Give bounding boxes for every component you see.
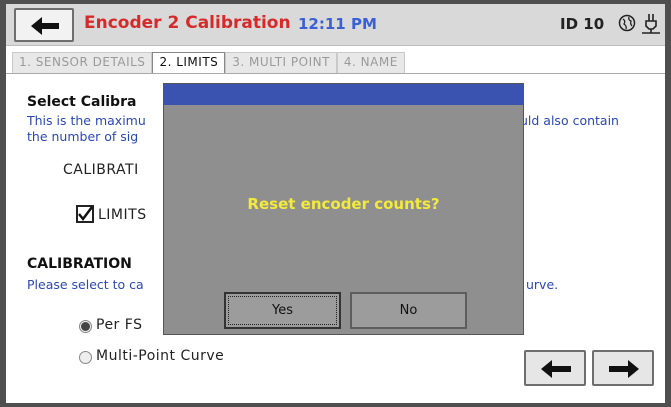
reset-dialog: Reset encoder counts? Yes No xyxy=(163,83,524,335)
clock: 12:11 PM xyxy=(298,15,377,33)
back-arrow-icon xyxy=(31,17,59,35)
screen: Encoder 2 Calibration 12:11 PM ID 10 1. … xyxy=(6,4,665,403)
radio-multi-point-label: Multi-Point Curve xyxy=(96,348,225,364)
calibration-label: CALIBRATI xyxy=(63,162,139,178)
next-button[interactable] xyxy=(592,350,654,386)
device-bezel: Encoder 2 Calibration 12:11 PM ID 10 1. … xyxy=(0,0,671,407)
device-id: ID 10 xyxy=(560,15,605,33)
yes-button[interactable]: Yes xyxy=(224,292,341,329)
tab-sensor-details[interactable]: 1. SENSOR DETAILS xyxy=(12,52,153,74)
select-calibration-title: Select Calibra xyxy=(27,94,137,110)
select-desc-line1-left: This is the maximu xyxy=(27,113,146,128)
page-title: Encoder 2 Calibration xyxy=(84,13,291,33)
plug-icon xyxy=(642,14,660,34)
left-arrow-icon xyxy=(541,360,571,378)
dialog-title-bar xyxy=(164,84,523,105)
checkmark-icon xyxy=(78,206,93,222)
limits-checkbox[interactable] xyxy=(76,205,94,223)
title-bar: Encoder 2 Calibration 12:11 PM ID 10 xyxy=(6,4,665,46)
dialog-message: Reset encoder counts? xyxy=(247,195,440,213)
calibration-desc-right: urve. xyxy=(526,277,559,292)
radio-per-fs-label: Per FS xyxy=(96,317,143,333)
no-button[interactable]: No xyxy=(350,292,467,329)
select-desc-line2: the number of sig xyxy=(27,129,139,144)
back-button[interactable] xyxy=(14,8,74,42)
right-arrow-icon xyxy=(609,360,639,378)
tab-limits[interactable]: 2. LIMITS xyxy=(152,52,226,74)
tab-bar: 1. SENSOR DETAILS 2. LIMITS 3. MULTI POI… xyxy=(12,52,405,74)
calibration-section-title: CALIBRATION xyxy=(27,256,132,272)
previous-button[interactable] xyxy=(524,350,586,386)
globe-icon xyxy=(618,14,636,32)
limits-label: LIMITS xyxy=(98,207,147,223)
radio-multi-point[interactable] xyxy=(79,351,92,364)
radio-per-fs[interactable] xyxy=(79,320,92,333)
tab-multi-point[interactable]: 3. MULTI POINT xyxy=(225,52,337,74)
tab-divider xyxy=(6,73,665,74)
calibration-desc-left: Please select to ca xyxy=(27,277,144,292)
tab-name[interactable]: 4. NAME xyxy=(336,52,405,74)
select-desc-line1-right: uld also contain xyxy=(520,113,619,128)
